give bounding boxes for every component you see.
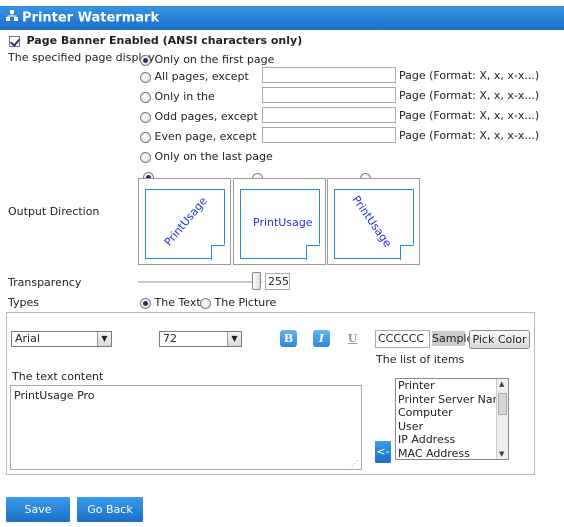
transparency-value[interactable]: 255: [265, 273, 290, 290]
transparency-label: Transparency: [8, 276, 82, 289]
option-label: The Text: [154, 296, 201, 309]
list-scrollbar[interactable]: ▲ ▼: [496, 379, 508, 459]
title-bar: Printer Watermark: [0, 6, 564, 30]
bold-button[interactable]: B: [280, 330, 297, 347]
watermark-sample-text: PrintUsage: [253, 216, 313, 229]
page-option-even-except[interactable]: Even page, except: [140, 130, 257, 143]
option-label: Only on the first page: [154, 53, 275, 66]
radio-even-except[interactable]: [140, 131, 151, 143]
items-list[interactable]: Printer Printer Server Name Computer Use…: [395, 378, 509, 460]
size-select-value: 72: [163, 332, 177, 345]
radio-type-picture[interactable]: [200, 297, 211, 309]
radio-only-in[interactable]: [140, 91, 151, 103]
list-item[interactable]: User: [396, 420, 508, 434]
page-fold: [211, 245, 225, 260]
text-content-textarea[interactable]: PrintUsage Pro ⋰: [10, 385, 362, 470]
odd-except-pages-input[interactable]: [262, 107, 396, 123]
chevron-down-icon: ▼: [97, 332, 111, 346]
banner-enabled-label: Page Banner Enabled (ANSI characters onl…: [26, 34, 303, 47]
scroll-down-icon[interactable]: ▼: [499, 450, 504, 458]
page-title: Printer Watermark: [22, 10, 160, 26]
page-option-odd-except[interactable]: Odd pages, except: [140, 110, 258, 123]
text-content-value: PrintUsage Pro: [14, 389, 95, 402]
color-sample: Sample: [432, 331, 474, 346]
go-back-button[interactable]: Go Back: [77, 497, 143, 522]
italic-button[interactable]: I: [313, 330, 330, 347]
direction-option-descending[interactable]: PrintUsage: [327, 178, 420, 265]
option-label: Even page, except: [154, 130, 257, 143]
transparency-slider-track[interactable]: [138, 281, 262, 283]
page-option-all-except[interactable]: All pages, except: [140, 70, 249, 83]
radio-all-except[interactable]: [140, 71, 151, 83]
option-label: Odd pages, except: [154, 110, 258, 123]
even-except-pages-input[interactable]: [262, 127, 396, 143]
banner-enabled-row[interactable]: Page Banner Enabled (ANSI characters onl…: [9, 34, 302, 47]
page-fold: [306, 245, 320, 260]
scroll-thumb[interactable]: [498, 393, 507, 415]
type-option-text[interactable]: The Text: [140, 296, 201, 309]
insert-item-button[interactable]: <-: [375, 441, 391, 463]
font-select[interactable]: Arial ▼: [11, 331, 112, 347]
option-label: Only on the last page: [154, 150, 273, 163]
pick-color-button[interactable]: Pick Color: [469, 330, 530, 349]
types-label: Types: [8, 296, 39, 309]
banner-enabled-checkbox[interactable]: [9, 35, 20, 47]
page-display-label: The specified page display: [8, 51, 155, 64]
page-fold: [400, 245, 414, 260]
type-option-picture[interactable]: The Picture: [200, 296, 276, 309]
radio-last-page[interactable]: [140, 151, 151, 163]
radio-type-text[interactable]: [140, 297, 151, 309]
list-of-items-label: The list of items: [376, 353, 465, 366]
direction-option-horizontal[interactable]: PrintUsage: [233, 178, 326, 265]
list-item[interactable]: Printer: [396, 379, 508, 393]
option-label: Only in the: [154, 90, 215, 103]
size-select[interactable]: 72 ▼: [159, 331, 242, 347]
all-except-pages-input[interactable]: [262, 67, 396, 83]
font-select-value: Arial: [15, 332, 40, 345]
format-hint: Page (Format: X, x, x-x...): [399, 69, 540, 82]
save-button[interactable]: Save: [6, 497, 70, 522]
transparency-slider-thumb[interactable]: [252, 272, 261, 290]
direction-option-ascending[interactable]: PrintUsage: [138, 178, 231, 265]
underline-button[interactable]: U: [344, 330, 361, 347]
text-content-label: The text content: [12, 370, 104, 383]
resize-grip-icon[interactable]: ⋰: [351, 459, 359, 468]
option-label: The Picture: [214, 296, 277, 309]
format-hint: Page (Format: X, x, x-x...): [399, 89, 540, 102]
only-in-pages-input[interactable]: [262, 87, 396, 103]
option-label: All pages, except: [154, 70, 249, 83]
network-icon: [6, 6, 18, 30]
page-option-last[interactable]: Only on the last page: [140, 150, 273, 163]
scroll-up-icon[interactable]: ▲: [499, 380, 504, 388]
list-item[interactable]: IP Address: [396, 433, 508, 447]
format-hint: Page (Format: X, x, x-x...): [399, 129, 540, 142]
output-direction-label: Output Direction: [8, 205, 100, 218]
format-hint: Page (Format: X, x, x-x...): [399, 109, 540, 122]
radio-first-page[interactable]: [140, 54, 151, 66]
page-option-first[interactable]: Only on the first page: [140, 53, 274, 66]
list-item[interactable]: Printer Server Name: [396, 393, 508, 407]
page-option-only-in[interactable]: Only in the: [140, 90, 215, 103]
chevron-down-icon: ▼: [227, 332, 241, 346]
list-item[interactable]: Computer: [396, 406, 508, 420]
list-item[interactable]: MAC Address: [396, 447, 508, 460]
radio-odd-except[interactable]: [140, 111, 151, 123]
color-value-input[interactable]: CCCCCC: [375, 330, 430, 348]
